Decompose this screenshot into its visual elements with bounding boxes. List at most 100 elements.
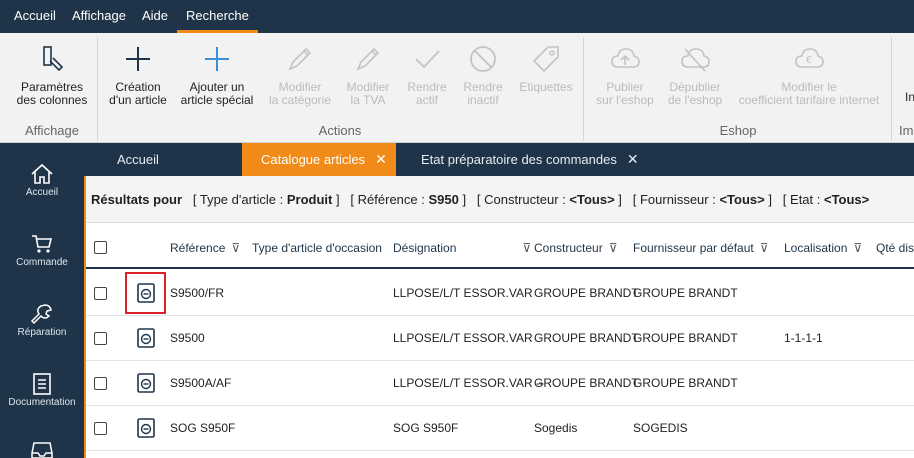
table-row[interactable]: SOG S950F SOG S950F Sogedis SOGEDIS	[86, 406, 914, 451]
filter-label: ] [ Etat :	[764, 192, 824, 207]
sidebar-item-commande[interactable]: Commande	[0, 233, 84, 268]
unpublish-eshop-button[interactable]: Dépublier de l'eshop	[662, 43, 728, 107]
menu-recherche[interactable]: Recherche	[177, 0, 258, 33]
modify-coefficient-label-2: coefficient tarifaire internet	[738, 93, 880, 107]
filter-icon[interactable]: ⊽	[760, 241, 769, 255]
cell-reference: S9500/FR	[170, 286, 225, 300]
block-icon	[470, 46, 496, 72]
make-inactive-button[interactable]: Rendre inactif	[458, 43, 508, 107]
cell-designation: SOG S950F	[393, 421, 459, 435]
column-label: Localisation	[784, 241, 848, 255]
cell-reference: SOG S950F	[170, 421, 236, 435]
close-icon[interactable]: ✕	[627, 151, 639, 167]
sidebar-item-documentation[interactable]: Documentation	[0, 373, 84, 408]
column-label: Fournisseur par défaut	[633, 241, 754, 255]
col-reference[interactable]: Référence ⊽	[170, 223, 240, 269]
row-checkbox[interactable]	[94, 332, 107, 345]
table-row[interactable]: S9500/FR LLPOSE/L/T ESSOR.VAR GROUPE BRA…	[86, 271, 914, 316]
col-localisation[interactable]: Localisation ⊽	[784, 223, 862, 269]
filter-label: ] [ Fournisseur :	[614, 192, 720, 207]
menu-aide[interactable]: Aide	[142, 0, 168, 33]
modify-category-label-2: la catégorie	[268, 93, 332, 107]
column-label: Qté dis	[876, 241, 914, 255]
table-header: Référence ⊽ Type d'article d'occasion Dés…	[86, 223, 914, 269]
modify-tva-button[interactable]: Modifier la TVA	[340, 43, 396, 107]
left-sidebar: Accueil Commande Réparation Documentatio…	[0, 143, 84, 458]
col-designation[interactable]: Désignation ⊽	[393, 223, 531, 269]
filter-label: [ Type d'article :	[192, 192, 287, 207]
group-divider	[891, 37, 892, 141]
filter-value: <Tous>	[719, 192, 765, 207]
filter-label: ] [ Référence :	[332, 192, 429, 207]
sidebar-item-accueil[interactable]: Accueil	[0, 163, 84, 198]
cell-localisation: 1-1-1-1	[784, 331, 823, 345]
col-qte-dispo[interactable]: Qté dis	[876, 223, 914, 269]
plus-icon	[126, 47, 150, 71]
cloud-upload-icon	[611, 48, 640, 68]
sidebar-label: Documentation	[8, 397, 76, 408]
labels-button[interactable]: Etiquettes	[515, 43, 577, 94]
group-partial-label: Im	[899, 123, 914, 138]
table-row[interactable]: S9500A/AF LLPOSE/L/T ESSOR.VAR -- GROUPE…	[86, 361, 914, 406]
make-active-label-2: actif	[415, 93, 438, 107]
product-status-icon[interactable]	[137, 328, 155, 348]
group-affichage-label: Affichage	[25, 123, 79, 138]
tab-etat-preparatoire[interactable]: Etat préparatoire des commandes ✕	[421, 143, 639, 176]
make-active-button[interactable]: Rendre actif	[402, 43, 452, 107]
cell-fournisseur: GROUPE BRANDT	[633, 331, 738, 345]
select-all-checkbox[interactable]	[94, 241, 107, 254]
create-article-label-2: d'un article	[109, 93, 167, 107]
filter-icon[interactable]: ⊽	[853, 241, 862, 255]
svg-text:€: €	[806, 55, 812, 66]
add-special-label-2: article spécial	[180, 93, 254, 107]
filter-icon[interactable]: ⊽	[609, 241, 618, 255]
close-icon[interactable]: ✕	[375, 151, 387, 167]
add-special-article-button[interactable]: Ajouter un article spécial	[178, 43, 256, 107]
row-checkbox[interactable]	[94, 422, 107, 435]
tab-label: Etat préparatoire des commandes	[421, 152, 617, 167]
group-eshop-label: Eshop	[719, 123, 757, 138]
column-label: Référence	[170, 241, 226, 255]
table-row[interactable]: S9500 LLPOSE/L/T ESSOR.VAR GROUPE BRANDT…	[86, 316, 914, 361]
product-status-icon[interactable]	[137, 373, 155, 393]
col-type-occasion[interactable]: Type d'article d'occasion	[252, 223, 382, 269]
tab-label: Catalogue articles	[261, 152, 366, 167]
tab-catalogue-articles[interactable]: Catalogue articles ✕	[242, 143, 396, 176]
menu-accueil[interactable]: Accueil	[14, 0, 56, 33]
home-icon	[31, 163, 53, 184]
tab-accueil[interactable]: Accueil	[117, 143, 159, 176]
publish-label-1: Publier	[606, 80, 644, 94]
row-checkbox[interactable]	[94, 287, 107, 300]
cell-designation: LLPOSE/L/T ESSOR.VAR --	[393, 376, 544, 390]
sidebar-item-reparation[interactable]: Réparation	[0, 303, 84, 338]
create-article-button[interactable]: Création d'un article	[104, 43, 172, 107]
pencil-icon	[288, 47, 312, 71]
cell-constructeur: Sogedis	[534, 421, 578, 435]
cell-reference: S9500A/AF	[170, 376, 232, 390]
product-status-icon[interactable]	[137, 283, 155, 303]
col-constructeur[interactable]: Constructeur ⊽	[534, 223, 618, 269]
publish-eshop-button[interactable]: Publier sur l'eshop	[590, 43, 660, 107]
modify-coefficient-button[interactable]: € Modifier le coefficient tarifaire inte…	[734, 43, 884, 107]
filter-icon[interactable]: ⊽	[522, 241, 531, 255]
partial-ribbon-button[interactable]: In	[905, 91, 914, 104]
column-settings-button[interactable]: Paramètres des colonnes	[14, 43, 90, 107]
column-settings-label-1: Paramètres	[20, 80, 84, 94]
row-checkbox[interactable]	[94, 377, 107, 390]
product-status-icon[interactable]	[137, 418, 155, 438]
cell-designation: LLPOSE/L/T ESSOR.VAR	[393, 331, 533, 345]
sidebar-item-inbox[interactable]	[0, 441, 84, 458]
group-actions-label: Actions	[318, 123, 362, 138]
col-fournisseur[interactable]: Fournisseur par défaut ⊽	[633, 223, 769, 269]
create-article-label-1: Création	[115, 80, 161, 94]
column-label: Constructeur	[534, 241, 603, 255]
publish-label-2: sur l'eshop	[596, 93, 654, 107]
tab-strip: Accueil Catalogue articles ✕ Etat prépara…	[84, 143, 914, 176]
cell-constructeur: GROUPE BRANDT	[534, 331, 639, 345]
filter-icon[interactable]: ⊽	[231, 241, 240, 255]
labels-label: Etiquettes	[519, 80, 573, 94]
modify-category-button[interactable]: Modifier la catégorie	[266, 43, 334, 107]
unpublish-label-1: Dépublier	[669, 80, 721, 94]
wrench-icon	[30, 304, 52, 325]
menu-affichage[interactable]: Affichage	[72, 0, 126, 33]
